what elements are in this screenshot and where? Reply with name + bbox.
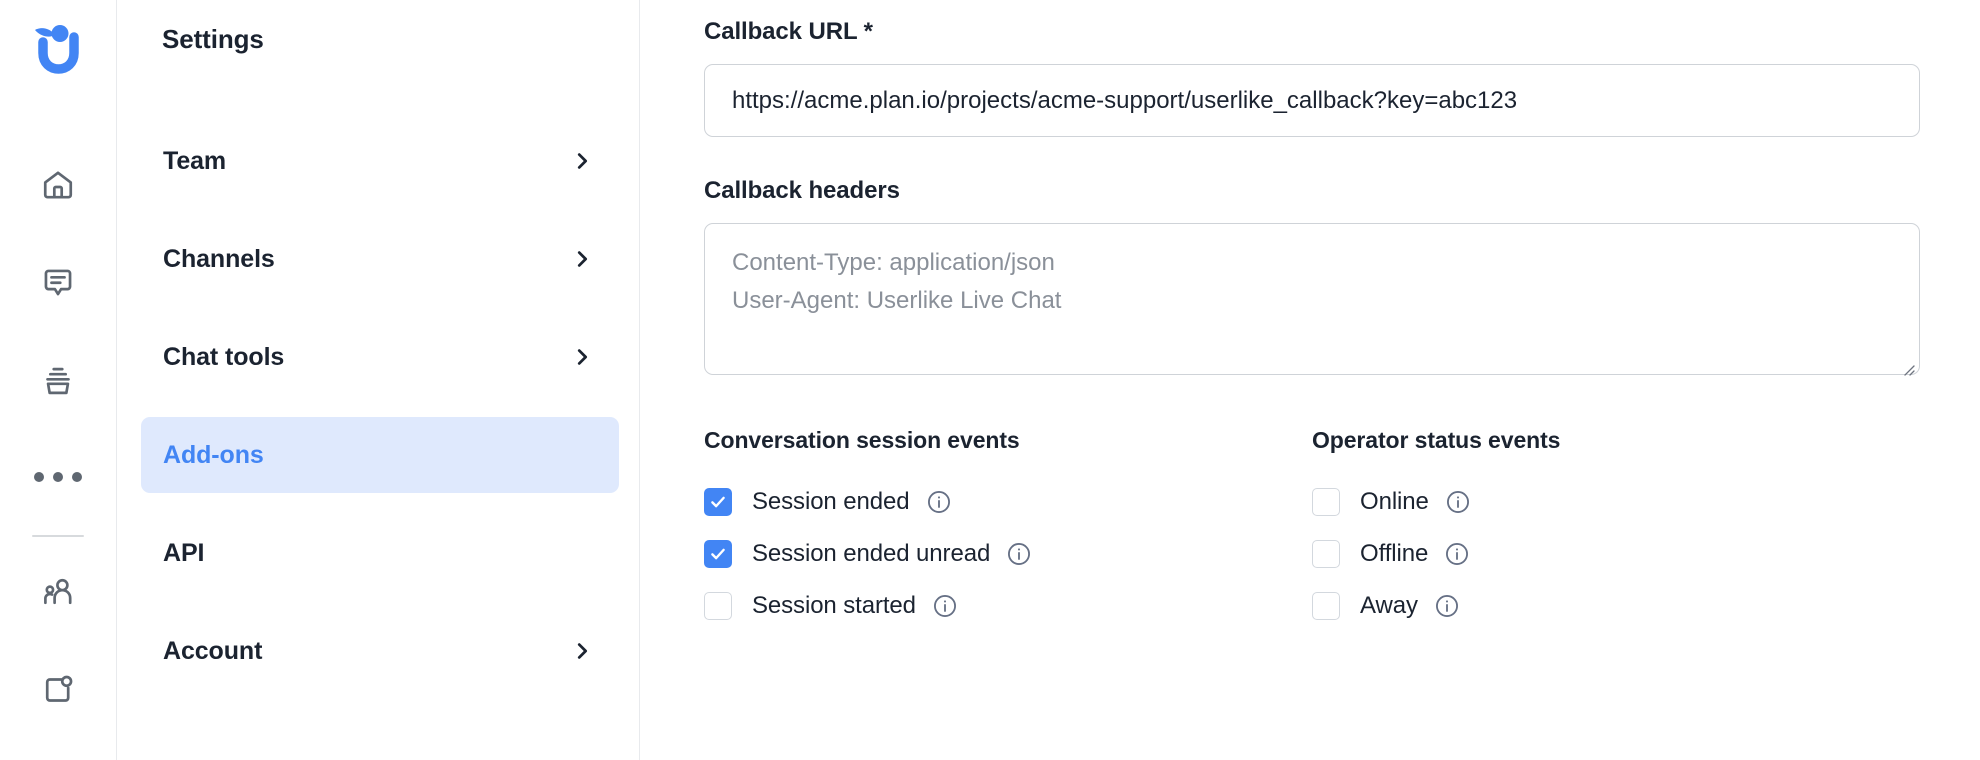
checkbox-label: Session started (752, 592, 916, 619)
offline-checkbox[interactable] (1312, 540, 1340, 568)
checkbox-row-away[interactable]: Away (1312, 580, 1920, 632)
callback-headers-field: Callback headers (704, 177, 1920, 380)
chevron-right-icon (571, 248, 593, 270)
checkbox-row-online[interactable]: Online (1312, 476, 1920, 528)
sidebar-item-label: Chat tools (163, 342, 285, 371)
info-icon[interactable] (932, 593, 958, 619)
sidebar-item-account[interactable]: Account (141, 613, 619, 689)
info-icon[interactable] (1444, 541, 1470, 567)
checkbox-label: Session ended unread (752, 540, 991, 567)
sidebar-item-api[interactable]: API (141, 515, 619, 591)
info-icon[interactable] (926, 489, 952, 515)
more-dots-icon (34, 472, 82, 482)
icon-rail (0, 0, 117, 760)
settings-nav-list: Team Channels Chat tools Add-ons API Acc… (117, 123, 639, 689)
userlike-u-logo-icon (35, 25, 79, 74)
widget-icon (45, 675, 73, 702)
sidebar-item-label: Account (163, 636, 263, 665)
session-started-checkbox[interactable] (704, 592, 732, 620)
sidebar-item-add-ons[interactable]: Add-ons (141, 417, 619, 493)
session-ended-unread-checkbox[interactable] (704, 540, 732, 568)
sidebar-item-channels[interactable]: Channels (141, 221, 619, 297)
callback-headers-textarea[interactable] (704, 223, 1920, 375)
callback-headers-wrap (704, 223, 1920, 380)
settings-nav: Settings Team Channels Chat tools Add-on… (117, 0, 640, 760)
sidebar-item-contacts[interactable] (29, 563, 87, 621)
chevron-right-icon (571, 150, 593, 172)
sidebar-item-team[interactable]: Team (141, 123, 619, 199)
chevron-right-icon (571, 346, 593, 368)
session-ended-checkbox[interactable] (704, 488, 732, 516)
checkbox-row-session-ended-unread[interactable]: Session ended unread (704, 528, 1312, 580)
info-icon[interactable] (1445, 489, 1471, 515)
userlike-logo[interactable] (25, 14, 91, 80)
checkbox-row-session-started[interactable]: Session started (704, 580, 1312, 632)
checkbox-row-session-ended[interactable]: Session ended (704, 476, 1312, 528)
sidebar-item-label: Channels (163, 244, 275, 273)
info-icon[interactable] (1434, 593, 1460, 619)
sidebar-item-widget[interactable] (29, 661, 87, 719)
main-content: Callback URL * Callback headers Conversa… (640, 0, 1980, 760)
checkbox-row-offline[interactable]: Offline (1312, 528, 1920, 580)
checkbox-label: Online (1360, 488, 1429, 515)
check-icon (711, 548, 725, 560)
page-title: Settings (162, 24, 264, 54)
sidebar-item-label: Team (163, 146, 227, 175)
online-checkbox[interactable] (1312, 488, 1340, 516)
callback-headers-label: Callback headers (704, 177, 900, 204)
sidebar-item-label: API (163, 538, 205, 567)
group-heading: Operator status events (1312, 427, 1561, 453)
checkbox-label: Offline (1360, 540, 1429, 567)
sidebar-item-label: Add-ons (163, 440, 264, 469)
conversation-session-events-group: Conversation session events Session ende… (704, 427, 1312, 632)
rail-divider (32, 535, 84, 537)
sidebar-item-chat-tools[interactable]: Chat tools (141, 319, 619, 395)
sidebar-item-more[interactable] (29, 448, 87, 506)
callback-url-label: Callback URL * (704, 18, 873, 45)
archive-icon (46, 367, 70, 395)
sidebar-item-archive[interactable] (29, 352, 87, 410)
checkbox-label: Away (1360, 592, 1418, 619)
sidebar-item-conversations[interactable] (29, 254, 87, 312)
app-root: Settings Team Channels Chat tools Add-on… (0, 0, 1980, 760)
event-groups: Conversation session events Session ende… (704, 427, 1920, 632)
chevron-right-icon (571, 640, 593, 662)
group-heading: Conversation session events (704, 427, 1020, 453)
sidebar-item-home[interactable] (29, 156, 87, 214)
check-icon (711, 496, 725, 508)
operator-status-events-group: Operator status events Online Offline Aw… (1312, 427, 1920, 632)
checkbox-label: Session ended (752, 488, 910, 515)
away-checkbox[interactable] (1312, 592, 1340, 620)
callback-url-input[interactable] (704, 64, 1920, 137)
home-icon (43, 171, 73, 199)
message-bubble-icon (44, 269, 72, 296)
contacts-icon (44, 578, 72, 605)
callback-url-field: Callback URL * (704, 18, 1920, 137)
info-icon[interactable] (1006, 541, 1032, 567)
